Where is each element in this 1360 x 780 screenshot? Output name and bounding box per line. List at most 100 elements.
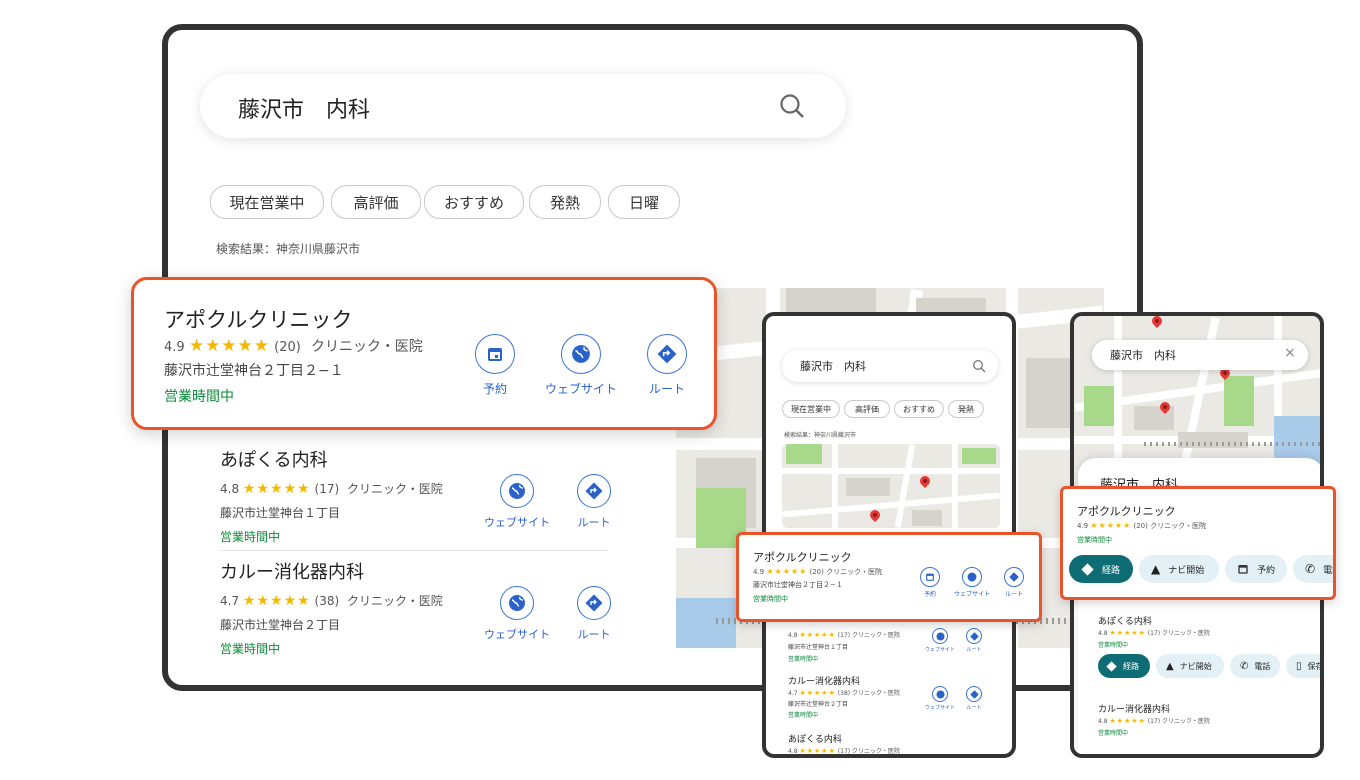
phone-map[interactable]: [782, 444, 1000, 528]
call-button[interactable]: ✆ 電話: [1293, 555, 1333, 583]
review-count: (20): [274, 340, 301, 355]
website-button[interactable]: ウェブサイト: [920, 628, 960, 653]
open-status: 営業時間中: [753, 595, 788, 603]
route-button[interactable]: ルート: [960, 686, 988, 711]
search-bar[interactable]: 藤沢市 内科 ×: [1092, 340, 1308, 370]
rating-stars: ★★★★★: [1090, 521, 1132, 530]
result-item[interactable]: あぽくる内科 4.8 ★★★★★ (17) クリニック・医院 営業時間中 経路 …: [1098, 612, 1320, 684]
rating-value: 4.9: [1077, 522, 1089, 530]
rating-stars: ★★★★★: [799, 747, 836, 755]
open-status: 営業時間中: [1098, 642, 1129, 649]
call-button[interactable]: ✆ 電話: [1230, 654, 1280, 678]
globe-icon: [509, 595, 525, 611]
directions-button[interactable]: 経路: [1069, 555, 1133, 583]
reserve-button[interactable]: 予約: [915, 567, 945, 598]
globe-icon: [936, 632, 944, 640]
result-item[interactable]: 4.8 ★★★★★ (17) クリニック・医院 藤沢市辻堂神台１丁目 営業時間中…: [788, 622, 998, 672]
search-bar[interactable]: 藤沢市 内科: [782, 350, 998, 382]
rating-value: 4.8: [788, 748, 798, 755]
chip-high-rating[interactable]: 高評価: [331, 185, 421, 219]
rating-value: 4.8: [1098, 630, 1108, 637]
website-button[interactable]: ウェブサイト: [538, 334, 624, 397]
website-button[interactable]: ウェブサイト: [482, 474, 552, 530]
directions-icon: [1106, 660, 1117, 672]
result-item[interactable]: あぽくる内科 4.8 ★★★★★ (17) クリニック・医院 藤沢市辻堂神台１丁…: [220, 440, 622, 551]
chip-open-now[interactable]: 現在営業中: [210, 185, 324, 219]
search-icon[interactable]: [778, 92, 806, 120]
featured-result-card[interactable]: アポクルクリニック 4.9 ★★★★★ (20) クリニック・医院 藤沢市辻堂神…: [131, 277, 717, 430]
review-count: (38): [837, 690, 851, 697]
open-status: 営業時間中: [220, 530, 281, 544]
reserve-button[interactable]: 予約: [470, 334, 520, 397]
search-icon[interactable]: [972, 359, 986, 373]
category: クリニック・医院: [1162, 718, 1210, 725]
search-query[interactable]: 藤沢市 内科: [1110, 347, 1176, 363]
address: 藤沢市辻堂神台２丁目２−１: [753, 581, 843, 589]
directions-icon: [657, 344, 677, 364]
rating-stars: ★★★★★: [242, 593, 311, 609]
navigation-button[interactable]: ▲ ナビ開始: [1156, 654, 1224, 678]
category: クリニック・医院: [311, 339, 423, 355]
result-name[interactable]: カルー消化器内科: [788, 674, 860, 687]
navigation-icon: ▲: [1166, 660, 1174, 672]
rating-stars: ★★★★★: [188, 336, 271, 356]
category: クリニック・医院: [826, 568, 882, 576]
reserve-button[interactable]: 予約: [1225, 555, 1287, 583]
route-button[interactable]: ルート: [999, 567, 1029, 598]
result-name[interactable]: アポクルクリニック: [753, 549, 852, 565]
route-button[interactable]: ルート: [566, 586, 622, 642]
save-button[interactable]: ▯ 保存: [1286, 654, 1320, 678]
chip-open-now[interactable]: 現在営業中: [782, 400, 840, 418]
result-item[interactable]: カルー消化器内科 4.7 ★★★★★ (38) クリニック・医院 藤沢市辻堂神台…: [788, 672, 998, 728]
result-name[interactable]: あぽくる内科: [220, 446, 328, 472]
phone-icon: ✆: [1305, 562, 1316, 576]
category: クリニック・医院: [1162, 630, 1210, 637]
result-name[interactable]: アポクルクリニック: [1077, 503, 1176, 519]
result-item[interactable]: あぽくる内科 4.8 ★★★★★ (17) クリニック・医院: [788, 730, 998, 755]
result-item[interactable]: カルー消化器内科 4.7 ★★★★★ (38) クリニック・医院 藤沢市辻堂神台…: [220, 552, 620, 658]
calendar-icon: [488, 348, 502, 361]
close-icon[interactable]: ×: [1284, 345, 1296, 361]
rating-value: 4.8: [220, 482, 240, 496]
rating-stars: ★★★★★: [1109, 629, 1146, 637]
website-button[interactable]: ウェブサイト: [920, 686, 960, 711]
chip-fever[interactable]: 発熱: [948, 400, 984, 418]
route-button[interactable]: ルート: [639, 334, 695, 397]
phone-icon: ✆: [1240, 660, 1249, 672]
result-name[interactable]: カルー消化器内科: [220, 558, 364, 584]
directions-icon: [1081, 562, 1094, 576]
chip-sunday[interactable]: 日曜: [608, 185, 680, 219]
open-status: 営業時間中: [788, 712, 819, 719]
chip-fever[interactable]: 発熱: [529, 185, 601, 219]
review-count: (17): [837, 632, 851, 639]
route-button[interactable]: ルート: [960, 628, 988, 653]
category: クリニック・医院: [852, 748, 900, 755]
result-item[interactable]: カルー消化器内科 4.8 ★★★★★ (17) クリニック・医院 営業時間中: [1098, 700, 1320, 744]
result-name[interactable]: あぽくる内科: [1098, 614, 1152, 627]
directions-button[interactable]: 経路: [1098, 654, 1150, 678]
featured-result-card[interactable]: アポクルクリニック 4.9 ★★★★★ (20) クリニック・医院 営業時間中 …: [1060, 486, 1336, 600]
featured-result-card[interactable]: アポクルクリニック 4.9 ★★★★★ (20) クリニック・医院 藤沢市辻堂神…: [736, 532, 1042, 622]
review-count: (38): [314, 594, 340, 608]
results-label: 検索結果：神奈川県藤沢市: [216, 242, 361, 256]
results-label: 検索結果：神奈川県藤沢市: [784, 432, 857, 439]
rating-value: 4.9: [753, 568, 765, 576]
search-query[interactable]: 藤沢市 内科: [238, 92, 370, 124]
navigation-button[interactable]: ▲ ナビ開始: [1139, 555, 1219, 583]
directions-icon: [969, 689, 979, 699]
chip-high-rating[interactable]: 高評価: [844, 400, 890, 418]
category: クリニック・医院: [852, 690, 900, 697]
address: 藤沢市辻堂神台２丁目: [220, 618, 341, 632]
website-button[interactable]: ウェブサイト: [482, 586, 552, 642]
result-name[interactable]: カルー消化器内科: [1098, 702, 1170, 715]
route-button[interactable]: ルート: [566, 474, 622, 530]
chip-recommended[interactable]: おすすめ: [894, 400, 944, 418]
result-name[interactable]: アポクルクリニック: [164, 304, 352, 334]
search-bar[interactable]: 藤沢市 内科: [200, 74, 846, 138]
chip-recommended[interactable]: おすすめ: [424, 185, 524, 219]
rating-value: 4.8: [788, 632, 798, 639]
search-query[interactable]: 藤沢市 内科: [800, 358, 866, 374]
globe-icon: [509, 483, 525, 499]
website-button[interactable]: ウェブサイト: [947, 567, 997, 598]
result-name[interactable]: あぽくる内科: [788, 732, 842, 745]
